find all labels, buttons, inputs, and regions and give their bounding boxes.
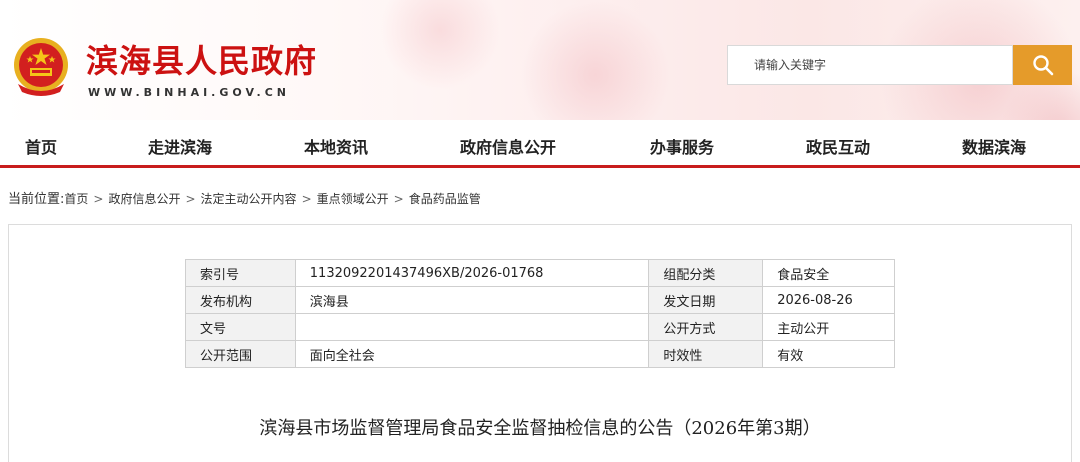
breadcrumb: 当前位置:首页 > 政府信息公开 > 法定主动公开内容 > 重点领域公开 > 食品药品监管 [8,188,481,207]
meta-value-index: 1132092201437496XB/2026-01768 [294,259,650,287]
site-url: WWW.BINHAI.GOV.CN [88,86,290,99]
meta-label-index: 索引号 [185,259,296,287]
site-title[interactable]: 滨海县人民政府 [86,36,317,82]
table-row: 公开范围 面向全社会 时效性 有效 [185,340,895,368]
breadcrumb-separator: > [185,192,196,206]
breadcrumb-separator: > [393,192,404,206]
search-box [727,45,1013,85]
breadcrumb-link-food-drug[interactable]: 食品药品监管 [409,192,481,206]
meta-label-validity: 时效性 [648,340,764,368]
header-decoration [520,0,670,120]
breadcrumb-link-statutory-content[interactable]: 法定主动公开内容 [201,192,297,206]
meta-value-scope: 面向全社会 [294,340,650,368]
breadcrumb-link-home[interactable]: 首页 [64,192,88,206]
breadcrumb-lead: 当前位置: [8,192,65,207]
nav-item-home[interactable]: 首页 [25,134,57,158]
meta-value-validity: 有效 [762,340,895,368]
meta-label-issue-date: 发文日期 [648,286,764,314]
meta-value-doc-number [294,313,650,341]
nav-item-services[interactable]: 办事服务 [650,134,714,158]
meta-value-disclosure-method: 主动公开 [762,313,895,341]
search-icon [1032,55,1053,76]
main-nav: 首页 走进滨海 本地资讯 政府信息公开 办事服务 政民互动 数据滨海 [0,120,1080,168]
meta-label-category: 组配分类 [648,259,764,287]
document-meta-table: 索引号 1132092201437496XB/2026-01768 组配分类 食… [185,259,895,368]
breadcrumb-separator: > [301,192,312,206]
breadcrumb-link-info-disclosure[interactable]: 政府信息公开 [108,192,180,206]
search-button[interactable] [1013,45,1072,85]
meta-value-publisher: 滨海县 [294,286,650,314]
nav-item-data[interactable]: 数据滨海 [962,134,1026,158]
table-row: 发布机构 滨海县 发文日期 2026-08-26 [185,286,895,314]
document-title: 滨海县市场监督管理局食品安全监督抽检信息的公告（2026年第3期） [259,418,821,439]
meta-value-issue-date: 2026-08-26 [762,286,895,314]
table-row: 文号 公开方式 主动公开 [185,313,895,341]
meta-label-scope: 公开范围 [185,340,296,368]
nav-item-news[interactable]: 本地资讯 [304,134,368,158]
table-row: 索引号 1132092201437496XB/2026-01768 组配分类 食… [185,259,895,287]
meta-label-disclosure-method: 公开方式 [648,313,764,341]
header-decoration [380,0,500,90]
national-emblem-icon[interactable] [8,34,74,100]
nav-item-info-disclosure[interactable]: 政府信息公开 [460,134,556,158]
meta-value-category: 食品安全 [762,259,895,287]
breadcrumb-link-key-areas[interactable]: 重点领域公开 [317,192,389,206]
site-header: 滨海县人民政府 WWW.BINHAI.GOV.CN [0,0,1080,120]
nav-item-interaction[interactable]: 政民互动 [806,134,870,158]
meta-label-doc-number: 文号 [185,313,296,341]
nav-item-about[interactable]: 走进滨海 [148,134,212,158]
meta-label-publisher: 发布机构 [185,286,296,314]
breadcrumb-separator: > [93,192,104,206]
search-input[interactable] [728,46,1012,84]
